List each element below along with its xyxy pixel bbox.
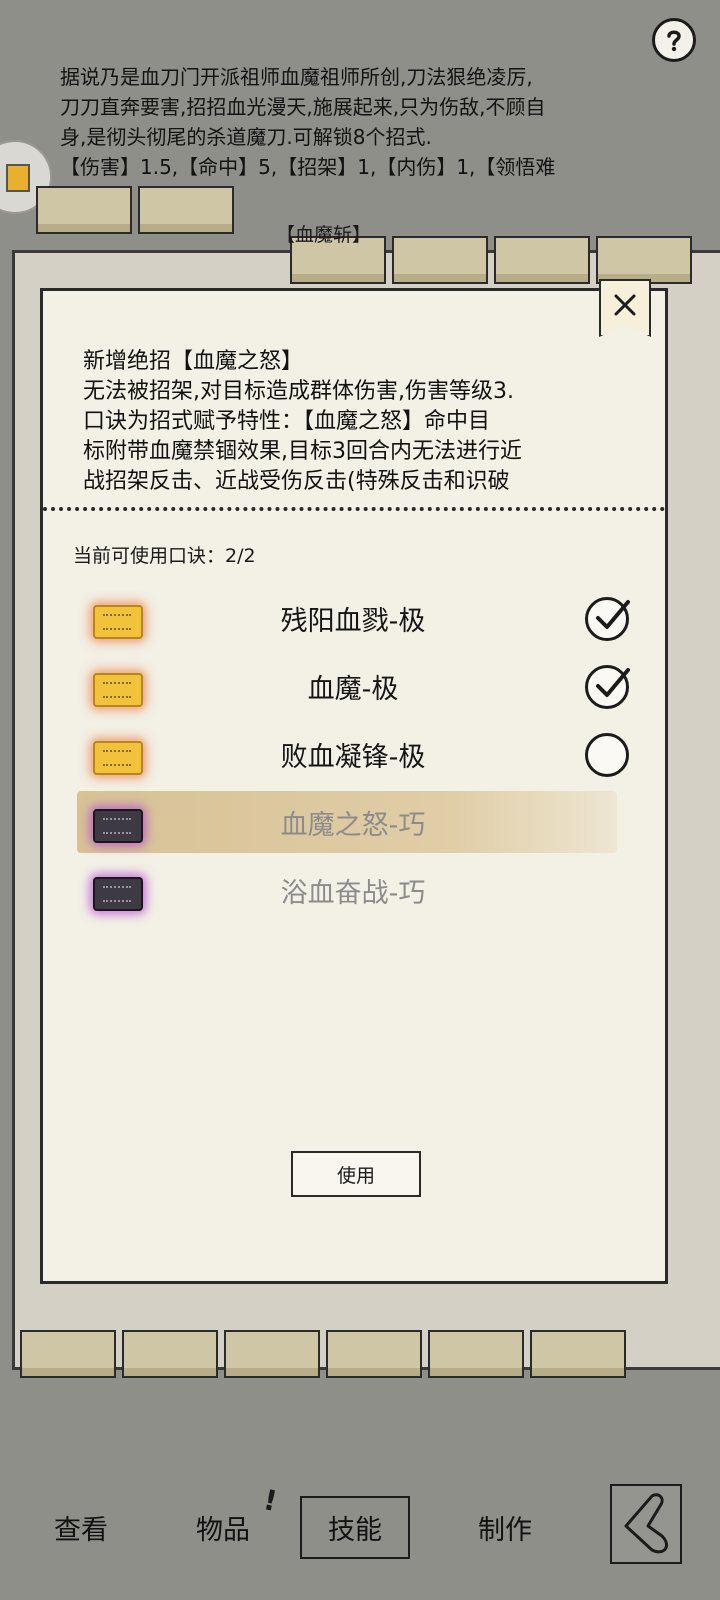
ultimate-description: 新增绝招【血魔之怒】 无法被招架,对目标造成群体伤害,伤害等级3. 口诀为招式赋… xyxy=(83,347,643,497)
gold-token-icon xyxy=(93,673,143,707)
use-button[interactable]: 使用 xyxy=(291,1151,421,1197)
book-shelf-bottom xyxy=(20,1330,720,1378)
mantra-item[interactable]: 败血凝锋-极 xyxy=(83,727,643,787)
skill-description: 据说乃是血刀门开派祖师血魔祖师所创,刀法狠绝凌厉, 刀刀直奔要害,招招血光漫天,… xyxy=(60,62,680,182)
nav-craft[interactable]: 制作 xyxy=(478,1508,532,1547)
mantra-item[interactable]: 浴血奋战-巧 xyxy=(83,863,643,923)
mantra-checkbox[interactable] xyxy=(585,597,630,641)
book-slot xyxy=(138,186,234,234)
close-x-icon xyxy=(614,294,636,316)
ultimate-title: 新增绝招【血魔之怒】 xyxy=(83,349,304,374)
book-slot xyxy=(392,236,488,284)
mantra-item[interactable]: 残阳血戮-极 xyxy=(83,591,643,651)
divider xyxy=(43,507,665,511)
book-slot xyxy=(122,1330,218,1378)
back-arrow-icon xyxy=(624,1493,668,1554)
dark-token-icon xyxy=(93,809,143,843)
mantra-item[interactable]: 血魔-极 xyxy=(83,659,643,719)
skill-stats-line: 【伤害】1.5,【命中】5,【招架】1,【内伤】1,【领悟难 xyxy=(60,155,556,179)
dark-token-icon xyxy=(93,877,143,911)
nav-items[interactable]: 物品 xyxy=(196,1508,250,1547)
mantra-modal: 新增绝招【血魔之怒】 无法被招架,对目标造成群体伤害,伤害等级3. 口诀为招式赋… xyxy=(40,279,668,1284)
bottom-nav: 查看 物品 ! 技能 制作 xyxy=(0,1440,720,1600)
ultimate-desc-line: 标附带血魔禁锢效果,目标3回合内无法进行近 xyxy=(83,439,522,464)
book-slot xyxy=(428,1330,524,1378)
ultimate-desc-line: 无法被招架,对目标造成群体伤害,伤害等级3. xyxy=(83,379,514,404)
book-slot xyxy=(596,236,692,284)
mantra-name: 残阳血戮-极 xyxy=(280,606,426,637)
nav-view[interactable]: 查看 xyxy=(54,1508,108,1547)
mantra-checkbox[interactable] xyxy=(585,665,630,709)
book-slot xyxy=(494,236,590,284)
book-slot xyxy=(224,1330,320,1378)
back-button[interactable] xyxy=(610,1484,682,1564)
new-item-badge: ! xyxy=(260,1483,281,1518)
skill-desc-line: 身,是彻头彻尾的杀道魔刀.可解锁8个招式. xyxy=(60,125,432,149)
gold-token-icon xyxy=(93,741,143,775)
mantra-name: 血魔之怒-巧 xyxy=(280,810,426,841)
checkmark-icon xyxy=(596,668,630,697)
book-slot xyxy=(326,1330,422,1378)
skill-desc-line: 据说乃是血刀门开派祖师血魔祖师所创,刀法狠绝凌厉, xyxy=(60,65,533,89)
mantra-count: 当前可使用口诀：2/2 xyxy=(73,545,256,567)
book-slot xyxy=(20,1330,116,1378)
mantra-item-selected[interactable]: 血魔之怒-巧 xyxy=(77,791,643,855)
book-slot xyxy=(530,1330,626,1378)
nav-skills[interactable]: 技能 xyxy=(300,1496,410,1559)
close-button[interactable] xyxy=(599,279,651,337)
checkmark-icon xyxy=(596,600,630,629)
book-shelf-top xyxy=(36,186,720,234)
question-mark-icon xyxy=(667,30,681,52)
mantra-name: 败血凝锋-极 xyxy=(280,742,426,773)
skill-desc-line: 刀刀直奔要害,招招血光漫天,施展起来,只为伤敌,不顾自 xyxy=(60,95,546,119)
ultimate-desc-line: 战招架反击、近战受伤反击(特殊反击和识破 xyxy=(83,469,510,494)
ultimate-desc-line: 口诀为招式赋予特性：【血魔之怒】命中目 xyxy=(83,409,491,434)
mantra-name: 浴血奋战-巧 xyxy=(280,878,426,909)
move-tag: 【血魔斩】 xyxy=(276,224,372,246)
mantra-name: 血魔-极 xyxy=(307,674,399,705)
help-button[interactable] xyxy=(652,18,696,62)
mantra-checkbox[interactable] xyxy=(585,733,629,777)
book-slot xyxy=(36,186,132,234)
gold-token-icon xyxy=(93,605,143,639)
